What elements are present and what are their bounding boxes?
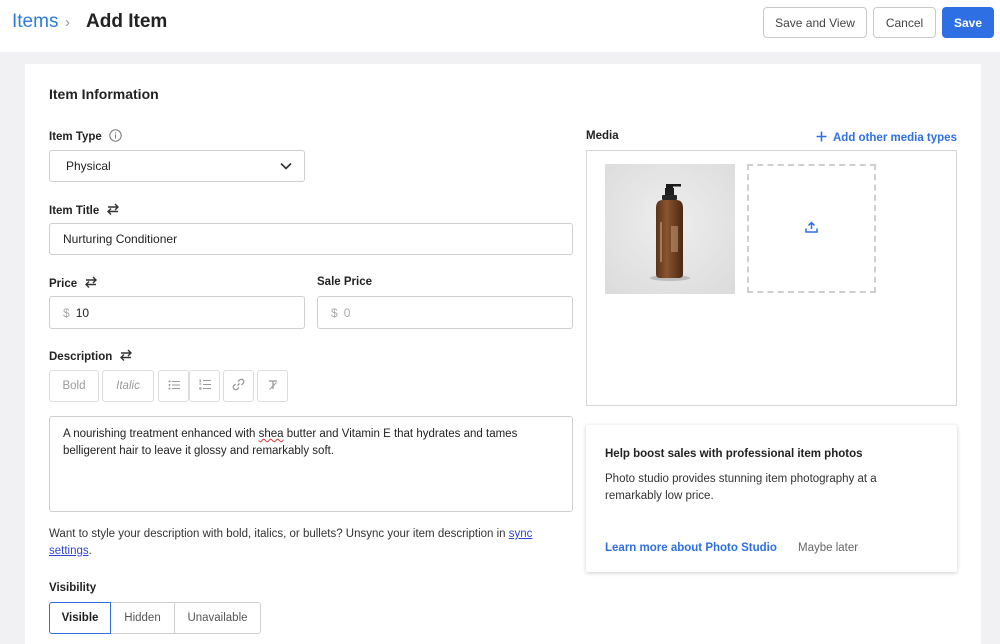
breadcrumb-items-link[interactable]: Items: [12, 11, 58, 33]
product-image-thumbnail[interactable]: [605, 164, 735, 294]
item-type-label-text: Item Type: [49, 131, 102, 143]
description-label: Description: [49, 349, 133, 364]
page-title: Add Item: [86, 11, 168, 32]
add-other-media-label: Add other media types: [833, 132, 957, 144]
sync-note: Want to style your description with bold…: [49, 526, 569, 560]
promo-body: Photo studio provides stunning item phot…: [605, 473, 877, 502]
save-button[interactable]: Save: [942, 7, 994, 38]
sale-price-currency: $: [331, 305, 338, 320]
add-other-media-link[interactable]: Add other media types: [816, 131, 957, 145]
description-textarea[interactable]: A nourishing treatment enhanced with she…: [49, 416, 573, 512]
link-button[interactable]: [223, 370, 254, 402]
sync-note-end: .: [88, 545, 92, 557]
price-label-text: Price: [49, 277, 78, 290]
sync-arrows-icon[interactable]: [106, 203, 120, 218]
visibility-option-unavailable[interactable]: Unavailable: [174, 602, 261, 634]
link-icon: [232, 378, 245, 394]
price-currency: $: [63, 305, 70, 320]
sync-arrows-icon[interactable]: [119, 349, 133, 364]
learn-more-photo-studio-link[interactable]: Learn more about Photo Studio: [605, 542, 777, 554]
item-title-value: Nurturing Conditioner: [63, 232, 178, 246]
chevron-down-icon: [280, 159, 292, 173]
bullet-list-icon: [168, 380, 180, 393]
maybe-later-button[interactable]: Maybe later: [798, 542, 858, 554]
clear-format-icon: [267, 379, 279, 394]
media-label: Media: [586, 130, 619, 142]
sale-price-label-text: Sale Price: [317, 276, 372, 288]
sale-price-placeholder: 0: [343, 305, 351, 320]
visibility-label: Visibility: [49, 582, 96, 594]
description-text-start: A nourishing treatment enhanced with: [63, 428, 259, 440]
plus-icon: [816, 131, 827, 145]
save-and-view-button[interactable]: Save and View: [763, 7, 867, 38]
price-value: 10: [75, 305, 90, 320]
visibility-label-text: Visibility: [49, 582, 97, 594]
upload-dropzone[interactable]: [747, 164, 876, 293]
item-type-value: Physical: [66, 159, 111, 173]
media-label-text: Media: [586, 130, 619, 142]
sync-note-text: Want to style your description with bold…: [49, 528, 509, 540]
description-misspelled-word: shea: [258, 428, 284, 440]
item-title-input[interactable]: Nurturing Conditioner: [49, 223, 573, 255]
item-title-label: Item Title: [49, 203, 120, 218]
numbered-list-button[interactable]: [189, 370, 220, 402]
item-information-card: Item Information Item Type Physical Item…: [25, 64, 981, 644]
sale-price-input[interactable]: $ 0: [317, 296, 573, 329]
promo-title: Help boost sales with professional item …: [605, 448, 863, 460]
numbered-list-icon: [198, 379, 211, 393]
upload-icon: [805, 220, 818, 238]
section-title: Item Information: [49, 86, 159, 102]
price-label: Price: [49, 276, 98, 291]
bold-button[interactable]: Bold: [49, 370, 99, 402]
clear-format-button[interactable]: [257, 370, 288, 402]
product-bottle-image: [605, 164, 735, 294]
sync-arrows-icon[interactable]: [84, 276, 98, 291]
breadcrumb-separator-icon: ›: [65, 14, 70, 31]
item-type-select[interactable]: Physical: [49, 150, 305, 182]
sale-price-label: Sale Price: [317, 276, 372, 288]
bullet-list-button[interactable]: [158, 370, 189, 402]
item-type-label: Item Type: [49, 129, 122, 145]
price-input[interactable]: $ 10: [49, 296, 305, 329]
visibility-option-hidden[interactable]: Hidden: [110, 602, 175, 634]
item-title-label-text: Item Title: [49, 204, 100, 217]
italic-button[interactable]: Italic: [102, 370, 154, 402]
media-gallery: [586, 150, 957, 406]
photo-studio-promo: Help boost sales with professional item …: [586, 425, 957, 572]
cancel-button[interactable]: Cancel: [873, 7, 936, 38]
top-bar: Items › Add Item Save and View Cancel Sa…: [0, 0, 1000, 52]
visibility-option-visible[interactable]: Visible: [49, 602, 111, 634]
description-label-text: Description: [49, 350, 113, 363]
info-icon[interactable]: [109, 129, 122, 145]
